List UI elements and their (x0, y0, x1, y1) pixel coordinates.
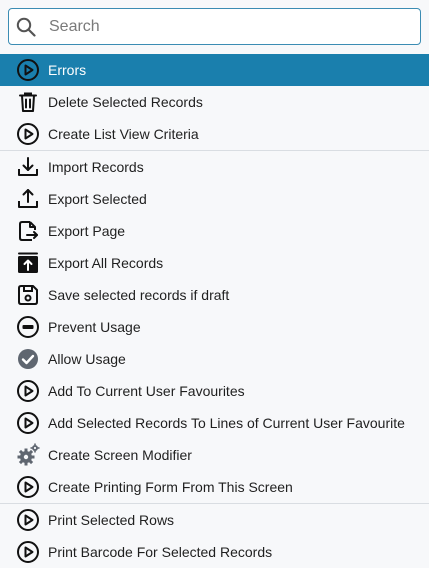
play-circle-icon (17, 412, 39, 434)
menu-item-label: Add Selected Records To Lines of Current… (48, 415, 405, 431)
menu-item-export-selected[interactable]: Export Selected (0, 183, 429, 215)
menu-item-label: Prevent Usage (48, 319, 141, 335)
menu-item-import-records[interactable]: Import Records (0, 151, 429, 183)
menu-item-allow-usage[interactable]: Allow Usage (0, 343, 429, 375)
menu-item-create-printing-form[interactable]: Create Printing Form From This Screen (0, 471, 429, 503)
menu-item-export-all-records[interactable]: Export All Records (0, 247, 429, 279)
minus-circle-icon (17, 316, 39, 338)
gears-icon (17, 443, 40, 466)
menu-item-label: Create Screen Modifier (48, 447, 192, 463)
search-icon (16, 17, 36, 37)
play-circle-icon (17, 476, 39, 498)
export-box-icon (18, 252, 38, 273)
check-circle-icon (18, 349, 38, 369)
play-circle-icon (17, 509, 39, 531)
play-circle-icon (17, 380, 39, 402)
menu-item-create-list-view-criteria[interactable]: Create List View Criteria (0, 118, 429, 150)
trash-icon (19, 92, 37, 112)
menu-item-create-screen-modifier[interactable]: Create Screen Modifier (0, 439, 429, 471)
menu-item-label: Print Barcode For Selected Records (48, 544, 273, 560)
menu-item-label: Allow Usage (48, 351, 126, 367)
menu-item-prevent-usage[interactable]: Prevent Usage (0, 311, 429, 343)
save-icon (18, 285, 38, 305)
menu-item-label: Print Selected Rows (48, 512, 175, 528)
search-input[interactable] (49, 9, 409, 44)
menu-item-export-page[interactable]: Export Page (0, 215, 429, 247)
upload-icon (18, 189, 38, 208)
menu-item-print-barcode[interactable]: Print Barcode For Selected Records (0, 536, 429, 568)
menu-item-add-records-to-favourite-lines[interactable]: Add Selected Records To Lines of Current… (0, 407, 429, 439)
menu-item-label: Errors (48, 62, 87, 78)
menu-item-save-selected-if-draft[interactable]: Save selected records if draft (0, 279, 429, 311)
actions-menu: Errors Delete Selected Records Create Li… (0, 54, 429, 568)
menu-item-delete-selected[interactable]: Delete Selected Records (0, 86, 429, 118)
file-export-icon (19, 221, 38, 241)
play-circle-icon (17, 541, 39, 563)
menu-item-label: Export Page (48, 223, 126, 239)
menu-item-label: Export Selected (48, 191, 147, 207)
menu-item-label: Import Records (48, 159, 144, 175)
download-icon (18, 157, 38, 176)
menu-item-label: Create List View Criteria (48, 126, 199, 142)
menu-item-label: Add To Current User Favourites (48, 383, 245, 399)
menu-item-errors[interactable]: Errors (0, 54, 429, 86)
menu-item-label: Save selected records if draft (48, 287, 230, 303)
search-box[interactable] (8, 8, 421, 45)
menu-item-label: Export All Records (48, 255, 164, 271)
menu-item-add-to-user-favourites[interactable]: Add To Current User Favourites (0, 375, 429, 407)
menu-item-print-selected-rows[interactable]: Print Selected Rows (0, 504, 429, 536)
play-circle-icon (17, 59, 39, 81)
menu-item-label: Delete Selected Records (48, 94, 203, 110)
play-circle-icon (17, 123, 39, 145)
menu-item-label: Create Printing Form From This Screen (48, 479, 293, 495)
